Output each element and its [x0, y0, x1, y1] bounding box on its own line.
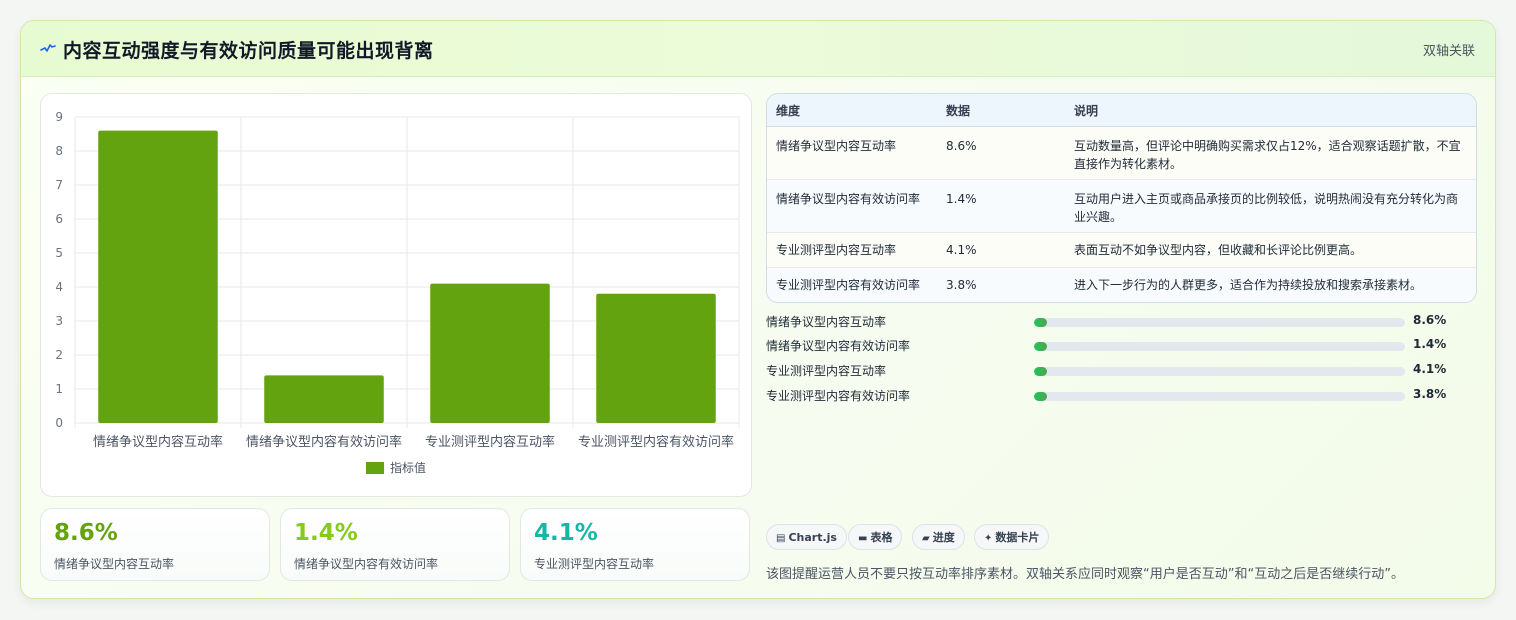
table-cell-value: 8.6%	[946, 139, 977, 153]
table-cell-dimension: 专业测评型内容互动率	[776, 243, 897, 257]
kpi-card-2: 1.4% 情绪争议型内容有效访问率	[280, 508, 510, 581]
kpi-label: 专业测评型内容互动率	[534, 557, 655, 571]
bar	[98, 130, 218, 423]
table-cell-value: 1.4%	[946, 192, 977, 206]
table-row: 专业测评型内容互动率 4.1% 表面互动不如争议型内容，但收藏和长评论比例更高。	[767, 233, 1476, 268]
y-tick-label: 3	[55, 314, 63, 328]
table-row: 情绪争议型内容有效访问率 1.4% 互动用户进入主页或商品承接页的比例较低，说明…	[767, 180, 1476, 233]
progress-label: 专业测评型内容有效访问率	[766, 389, 911, 403]
chip-progress[interactable]: ▰ 进度	[912, 524, 965, 550]
y-tick-label: 4	[55, 280, 63, 294]
table-header-cell: 数据	[946, 104, 971, 118]
chip-chartjs[interactable]: ▤ Chart.js	[766, 524, 847, 550]
table-row: 专业测评型内容有效访问率 3.8% 进入下一步行为的人群更多，适合作为持续投放和…	[767, 268, 1476, 302]
progress-value: 4.1%	[1413, 362, 1447, 376]
progress-label: 专业测评型内容互动率	[766, 364, 887, 378]
bar-chart-svg: 0 1 2 3 4 5 6 7 8 9 情绪争议型内容互动率 情绪争议型内容有效访问率 专业测评型内容互…	[55, 110, 740, 475]
kpi-card-3: 4.1% 专业测评型内容互动率	[520, 508, 750, 581]
y-tick-label: 8	[55, 144, 63, 158]
kpi-card-1: 8.6% 情绪争议型内容互动率	[40, 508, 270, 581]
progress-row: 情绪争议型内容有效访问率 1.4%	[766, 337, 1476, 357]
kpi-value: 4.1%	[534, 520, 598, 546]
header-badge[interactable]: 双轴关联	[1423, 40, 1475, 59]
progress-value: 3.8%	[1413, 387, 1447, 401]
progress-fill	[1034, 342, 1047, 351]
main-card: 内容互动强度与有效访问质量可能出现背离 双轴关联 0 1 2 3 4 5 6 7 8 9 情绪争议型…	[20, 20, 1496, 599]
progress-fill	[1034, 392, 1047, 401]
table-icon: ▬	[858, 533, 868, 544]
progress-label: 情绪争议型内容互动率	[766, 315, 887, 329]
chart-icon: ▤	[776, 533, 786, 544]
table-cell-description: 互动数量高，但评论中明确购买需求仅占12%，适合观察话题扩散，不宜直接作为转化素…	[1074, 139, 1461, 171]
data-table: 维度 数据 说明 情绪争议型内容互动率 8.6% 互动数量高，但评论中明确购买需…	[766, 93, 1477, 303]
chip-label: 进度	[932, 531, 955, 544]
kpi-value: 1.4%	[294, 520, 358, 546]
table-cell-description: 进入下一步行为的人群更多，适合作为持续投放和搜索承接素材。	[1074, 278, 1423, 292]
chip-label: Chart.js	[788, 531, 837, 544]
progress-fill	[1034, 318, 1047, 327]
chip-label: 表格	[870, 531, 893, 544]
card-header: 内容互动强度与有效访问质量可能出现背离 双轴关联	[21, 21, 1495, 77]
table-cell-dimension: 情绪争议型内容有效访问率	[776, 192, 921, 206]
legend-label: 指标值	[390, 460, 426, 475]
table-cell-dimension: 专业测评型内容有效访问率	[776, 278, 921, 292]
x-tick-label: 情绪争议型内容互动率	[93, 434, 223, 450]
progress-value: 1.4%	[1413, 337, 1447, 351]
kpi-label: 情绪争议型内容有效访问率	[294, 557, 439, 571]
progress-track	[1034, 342, 1405, 351]
chip-table[interactable]: ▬ 表格	[848, 524, 903, 550]
y-tick-label: 6	[55, 212, 63, 226]
kpi-value: 8.6%	[54, 520, 118, 546]
y-tick-label: 1	[55, 382, 63, 396]
page-title: 内容互动强度与有效访问质量可能出现背离	[63, 40, 434, 62]
progress-track	[1034, 392, 1405, 401]
y-tick-label: 0	[55, 416, 63, 430]
table-cell-dimension: 情绪争议型内容互动率	[776, 139, 897, 153]
bar-chart: 0 1 2 3 4 5 6 7 8 9 情绪争议型内容互动率 情绪争议型内容有效访问率 专业测评型内容互…	[40, 93, 752, 497]
progress-fill	[1034, 367, 1047, 376]
progress-row: 专业测评型内容有效访问率 3.8%	[766, 387, 1476, 407]
x-tick-label: 专业测评型内容有效访问率	[578, 434, 734, 450]
x-tick-label: 情绪争议型内容有效访问率	[246, 434, 402, 450]
chip-data-card[interactable]: ✦ 数据卡片	[974, 524, 1050, 550]
table-cell-description: 表面互动不如争议型内容，但收藏和长评论比例更高。	[1074, 243, 1363, 257]
table-header-row: 维度 数据 说明	[767, 94, 1476, 127]
table-header-cell: 说明	[1074, 104, 1099, 118]
chip-label: 数据卡片	[995, 531, 1040, 544]
y-tick-label: 9	[55, 110, 63, 124]
kpi-label: 情绪争议型内容互动率	[54, 557, 175, 571]
footnote: 该图提醒运营人员不要只按互动率排序素材。双轴关系应同时观察“用户是否互动”和“互…	[766, 567, 1404, 582]
bar	[430, 283, 550, 423]
progress-icon: ▰	[922, 533, 930, 544]
bar	[596, 293, 716, 423]
progress-track	[1034, 318, 1405, 327]
pulse-icon	[40, 44, 56, 52]
progress-track	[1034, 367, 1405, 376]
sparkle-icon: ✦	[984, 533, 993, 544]
y-tick-label: 2	[55, 348, 63, 362]
table-cell-description: 互动用户进入主页或商品承接页的比例较低，说明热闹没有充分转化为商业兴趣。	[1074, 192, 1459, 224]
y-tick-label: 7	[55, 178, 63, 192]
table-row: 情绪争议型内容互动率 8.6% 互动数量高，但评论中明确购买需求仅占12%，适合…	[767, 127, 1476, 180]
table-header-cell: 维度	[776, 104, 801, 118]
table-cell-value: 4.1%	[946, 243, 977, 257]
x-tick-label: 专业测评型内容互动率	[425, 434, 555, 450]
progress-value: 8.6%	[1413, 313, 1447, 327]
y-tick-label: 5	[55, 246, 63, 260]
bar	[264, 375, 384, 423]
table-cell-value: 3.8%	[946, 278, 977, 292]
progress-row: 专业测评型内容互动率 4.1%	[766, 362, 1476, 382]
legend-swatch	[366, 462, 384, 474]
progress-label: 情绪争议型内容有效访问率	[766, 339, 911, 353]
progress-row: 情绪争议型内容互动率 8.6%	[766, 313, 1476, 333]
